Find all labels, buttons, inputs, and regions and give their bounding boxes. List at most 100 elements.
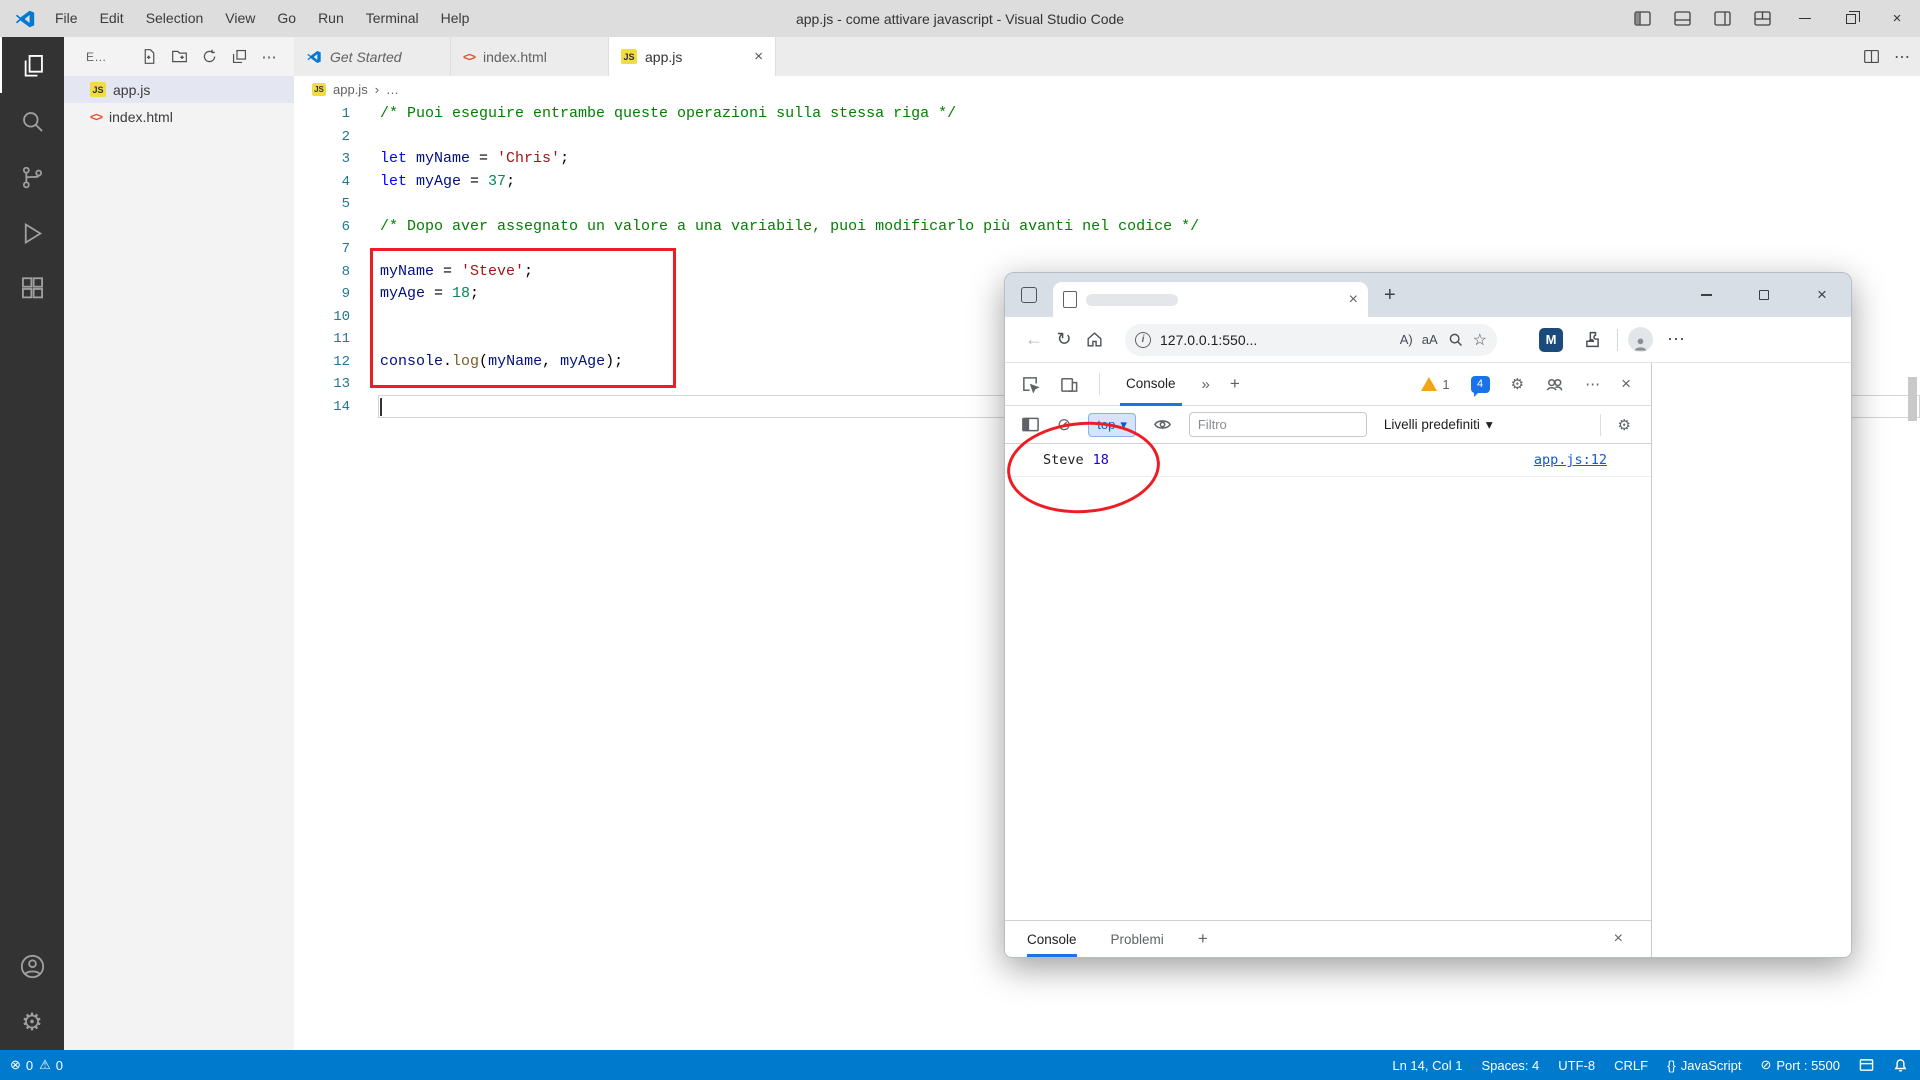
devtools-settings-gear-icon[interactable]: ⚙: [1511, 375, 1524, 393]
refresh-explorer-icon[interactable]: [194, 44, 224, 70]
breadcrumb-file[interactable]: app.js: [333, 82, 368, 97]
new-file-icon[interactable]: [134, 44, 164, 70]
messages-counter[interactable]: 4: [1471, 376, 1490, 393]
settings-gear-icon[interactable]: ⚙: [0, 994, 64, 1050]
split-editor-icon[interactable]: [1863, 48, 1880, 65]
code-line-2[interactable]: [380, 126, 1920, 149]
clear-console-icon[interactable]: ⊘: [1057, 415, 1071, 435]
code-line-7[interactable]: [380, 238, 1920, 261]
notifications-bell-icon[interactable]: [1893, 1058, 1908, 1073]
account-icon[interactable]: [0, 938, 64, 994]
home-icon[interactable]: [1079, 325, 1109, 355]
collapse-folders-icon[interactable]: [224, 44, 254, 70]
address-bar[interactable]: i 127.0.0.1:550... A) aA ☆: [1125, 324, 1497, 356]
console-settings-gear-icon[interactable]: ⚙: [1618, 416, 1631, 434]
browser-maximize-button[interactable]: [1735, 273, 1793, 317]
editor-scrollbar[interactable]: [1908, 377, 1917, 421]
menu-help[interactable]: Help: [430, 0, 481, 37]
menu-terminal[interactable]: Terminal: [355, 0, 430, 37]
drawer-add-tab-icon[interactable]: +: [1198, 929, 1208, 949]
favorites-star-icon[interactable]: ☆: [1473, 330, 1487, 350]
cursor-position[interactable]: Ln 14, Col 1: [1392, 1058, 1462, 1073]
devtools-close-icon[interactable]: ×: [1621, 374, 1631, 394]
console-log-entry[interactable]: Steve 18 app.js:12: [1005, 444, 1651, 477]
errors-indicator[interactable]: ⊗ 0: [10, 1057, 33, 1073]
tab-index-html[interactable]: <> index.html: [451, 37, 609, 76]
translate-icon[interactable]: aA: [1422, 332, 1438, 347]
search-activity-icon[interactable]: [0, 93, 64, 149]
close-tab-icon[interactable]: ×: [754, 48, 763, 65]
run-debug-activity-icon[interactable]: [0, 205, 64, 261]
log-levels-dropdown[interactable]: Livelli predefiniti ▾: [1384, 417, 1493, 433]
toggle-panel-icon[interactable]: [1662, 0, 1702, 37]
site-info-icon[interactable]: i: [1135, 332, 1151, 348]
code-line-1[interactable]: /* Puoi eseguire entrambe queste operazi…: [380, 103, 1920, 126]
customize-layout-icon[interactable]: [1742, 0, 1782, 37]
menu-file[interactable]: File: [44, 0, 89, 37]
restore-button[interactable]: [1828, 0, 1874, 37]
explorer-activity-icon[interactable]: [0, 37, 64, 93]
toggle-sidebar-icon[interactable]: [1622, 0, 1662, 37]
back-icon[interactable]: ←: [1019, 325, 1049, 355]
warnings-indicator[interactable]: ⚠ 0: [39, 1057, 63, 1073]
inspect-element-icon[interactable]: [1021, 375, 1040, 394]
source-control-activity-icon[interactable]: [0, 149, 64, 205]
code-line-4[interactable]: let myAge = 37;: [380, 171, 1920, 194]
code-line-5[interactable]: [380, 193, 1920, 216]
extensions-puzzle-icon[interactable]: [1577, 325, 1607, 355]
page-content[interactable]: [1652, 363, 1851, 957]
drawer-tab-problems[interactable]: Problemi: [1111, 921, 1164, 957]
menu-run[interactable]: Run: [307, 0, 355, 37]
encoding[interactable]: UTF-8: [1558, 1058, 1595, 1073]
console-panel-tab[interactable]: Console: [1120, 363, 1182, 406]
close-tab-icon[interactable]: ×: [1349, 291, 1358, 309]
new-folder-icon[interactable]: [164, 44, 194, 70]
m-extension-icon[interactable]: M: [1539, 328, 1563, 352]
extensions-activity-icon[interactable]: [0, 261, 64, 317]
profile-avatar[interactable]: [1628, 327, 1653, 352]
new-tab-icon[interactable]: +: [1384, 284, 1396, 307]
profiles-icon[interactable]: [1545, 375, 1564, 394]
editor-more-actions-icon[interactable]: ⋯: [1894, 47, 1910, 67]
devtools-more-menu-icon[interactable]: ⋯: [1585, 375, 1600, 393]
minimize-button[interactable]: [1782, 0, 1828, 37]
breadcrumb-more[interactable]: …: [386, 82, 399, 97]
explorer-more-actions-icon[interactable]: ⋯: [254, 44, 284, 70]
more-panels-icon[interactable]: »: [1202, 376, 1210, 393]
read-aloud-icon[interactable]: A): [1400, 332, 1413, 347]
layout-icon[interactable]: [1859, 1058, 1874, 1073]
tab-get-started[interactable]: Get Started: [294, 37, 451, 76]
file-item-indexhtml[interactable]: <> index.html: [64, 103, 294, 130]
warnings-counter[interactable]: 1: [1421, 377, 1449, 392]
menu-edit[interactable]: Edit: [89, 0, 135, 37]
indentation[interactable]: Spaces: 4: [1481, 1058, 1539, 1073]
live-server-port[interactable]: ⊘ Port : 5500: [1760, 1057, 1840, 1073]
browser-minimize-button[interactable]: [1677, 273, 1735, 317]
drawer-tab-console[interactable]: Console: [1027, 921, 1077, 957]
add-panel-icon[interactable]: +: [1230, 374, 1240, 394]
url-text[interactable]: 127.0.0.1:550...: [1160, 332, 1257, 348]
code-line-6[interactable]: /* Dopo aver assegnato un valore a una v…: [380, 216, 1920, 239]
zoom-icon[interactable]: [1447, 331, 1464, 348]
console-sidebar-icon[interactable]: [1021, 415, 1040, 434]
eye-icon[interactable]: [1153, 415, 1172, 434]
breadcrumb[interactable]: JS app.js › …: [294, 76, 1920, 103]
browser-tab[interactable]: ×: [1053, 282, 1368, 317]
browser-more-menu-icon[interactable]: ⋯: [1661, 325, 1691, 355]
device-toolbar-icon[interactable]: [1060, 375, 1079, 394]
menu-selection[interactable]: Selection: [135, 0, 215, 37]
tab-app-js[interactable]: JS app.js ×: [609, 37, 776, 76]
menu-view[interactable]: View: [214, 0, 266, 37]
javascript-context-dropdown[interactable]: top ▾: [1088, 413, 1136, 437]
eol-sequence[interactable]: CRLF: [1614, 1058, 1648, 1073]
language-mode[interactable]: {} JavaScript: [1667, 1058, 1741, 1073]
refresh-icon[interactable]: ↻: [1049, 325, 1079, 355]
file-item-appjs[interactable]: JS app.js: [64, 76, 294, 103]
toggle-secondary-sidebar-icon[interactable]: [1702, 0, 1742, 37]
code-line-3[interactable]: let myName = 'Chris';: [380, 148, 1920, 171]
drawer-close-icon[interactable]: ×: [1614, 930, 1623, 948]
console-filter-input[interactable]: [1189, 412, 1367, 437]
tab-actions-icon[interactable]: [1021, 287, 1037, 303]
menu-go[interactable]: Go: [266, 0, 307, 37]
browser-close-button[interactable]: ×: [1793, 273, 1851, 317]
